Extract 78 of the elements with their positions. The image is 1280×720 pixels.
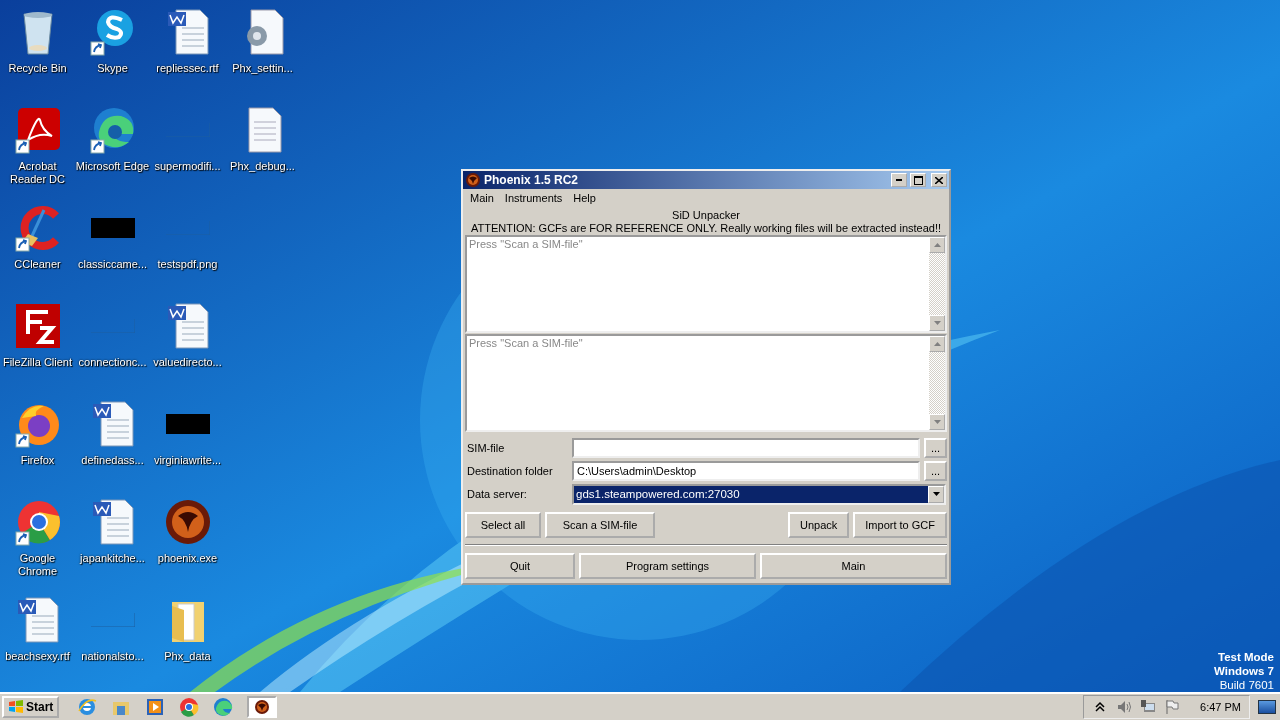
menu-item[interactable]: Main: [470, 192, 494, 204]
action-button[interactable]: Select all: [465, 512, 541, 538]
show-desktop-button[interactable]: [1258, 700, 1276, 714]
icon-label[interactable]: connectionc...: [78, 356, 147, 369]
menu-item[interactable]: Help: [573, 192, 596, 204]
system-notice: Build 7601: [1219, 678, 1274, 692]
icon-label[interactable]: phoenix.exe: [157, 552, 218, 565]
taskbar-app-button[interactable]: [247, 696, 278, 718]
clock[interactable]: 6:47 PM: [1200, 701, 1241, 713]
close-button[interactable]: [931, 173, 947, 187]
browser-circle-icon[interactable]: [179, 697, 200, 717]
icon-label[interactable]: testspdf.png: [157, 258, 218, 271]
network-icon[interactable]: [1140, 699, 1157, 715]
phoenix-icon: [254, 699, 271, 715]
footer-button[interactable]: Program settings: [579, 553, 756, 579]
scroll-up-button[interactable]: [929, 237, 945, 253]
maximize-icon: [913, 175, 923, 185]
menu-item[interactable]: Instruments: [504, 192, 563, 204]
action-button[interactable]: Scan a SIM-file: [545, 512, 655, 538]
wave-circle-icon[interactable]: [213, 697, 234, 717]
arrow-down-icon: [933, 420, 941, 424]
icon-label[interactable]: japankitche...: [80, 552, 145, 565]
browser-e-icon[interactable]: [77, 697, 98, 717]
icon-label[interactable]: Phx_settin...: [232, 62, 293, 75]
footer-button[interactable]: Quit: [465, 553, 575, 579]
scrollbar[interactable]: [929, 336, 945, 430]
icon-label[interactable]: classiccame...: [77, 258, 148, 271]
icon-label[interactable]: valuedirecto...: [153, 356, 222, 369]
icon-label[interactable]: definedass...: [81, 454, 144, 467]
system-notice: Windows 7: [1214, 664, 1274, 678]
media-player-icon[interactable]: [145, 697, 166, 717]
action-button[interactable]: Import to GCF: [853, 512, 947, 538]
icon-label[interactable]: Phx_data: [164, 650, 211, 663]
arrow-up-icon: [933, 243, 941, 247]
section-title: SiD Unpacker: [671, 209, 741, 221]
system-notice: Test Mode: [1218, 650, 1274, 664]
speaker-icon[interactable]: [1116, 699, 1133, 715]
icon-label[interactable]: FileZilla Client: [2, 356, 73, 369]
browse-button[interactable]: ...: [924, 438, 947, 458]
minimize-button[interactable]: [891, 173, 907, 187]
arrow-up-icon: [933, 342, 941, 346]
scrollbar[interactable]: [929, 237, 945, 331]
scroll-down-button[interactable]: [929, 315, 945, 331]
icon-label[interactable]: beachsexy.rtf: [5, 650, 70, 663]
icon-label[interactable]: Phx_debug...: [230, 160, 295, 173]
close-icon: [935, 176, 943, 184]
icon-label[interactable]: CCleaner: [14, 258, 61, 271]
path-field[interactable]: C:\Users\admin\Desktop: [572, 461, 920, 481]
icon-label[interactable]: Firefox: [20, 454, 55, 467]
minimize-icon: [896, 179, 902, 181]
icon-label[interactable]: Skype: [97, 62, 128, 75]
server-dropdown[interactable]: gds1.steampowered.com:27030: [572, 483, 946, 505]
scroll-up-button[interactable]: [929, 336, 945, 352]
start-button[interactable]: Start: [2, 696, 60, 718]
arrow-down-icon: [933, 321, 941, 325]
icon-label[interactable]: nationalsto...: [81, 650, 144, 663]
field-label: Destination folder: [466, 465, 554, 477]
icon-label[interactable]: Acrobat Reader DC: [0, 160, 75, 186]
icon-label[interactable]: repliessec.rtf: [156, 62, 219, 75]
field-label: Data server:: [466, 488, 528, 500]
phoenix-icon: [465, 172, 481, 188]
scroll-down-button[interactable]: [929, 414, 945, 430]
flag-icon[interactable]: [1164, 699, 1181, 715]
browse-button[interactable]: ...: [924, 461, 947, 481]
path-field[interactable]: [572, 438, 920, 458]
caret-icon: [932, 492, 940, 496]
icon-label[interactable]: Recycle Bin: [8, 62, 67, 75]
field-label: SIM-file: [466, 442, 506, 454]
notice-text: ATTENTION: GCFs are FOR REFERENCE ONLY. Really working files will be extracted instead!!: [469, 222, 943, 234]
window-title: Phoenix 1.5 RC2: [484, 173, 580, 187]
action-button[interactable]: Unpack: [788, 512, 850, 538]
maximize-button[interactable]: [910, 173, 926, 187]
icon-label[interactable]: Microsoft Edge: [75, 160, 150, 173]
footer-button[interactable]: Main: [760, 553, 947, 579]
icon-label[interactable]: virginiawrite...: [153, 454, 222, 467]
icon-label[interactable]: supermodifi...: [154, 160, 221, 173]
windows-logo-icon: [8, 700, 24, 714]
icon-label[interactable]: Google Chrome: [0, 552, 75, 578]
